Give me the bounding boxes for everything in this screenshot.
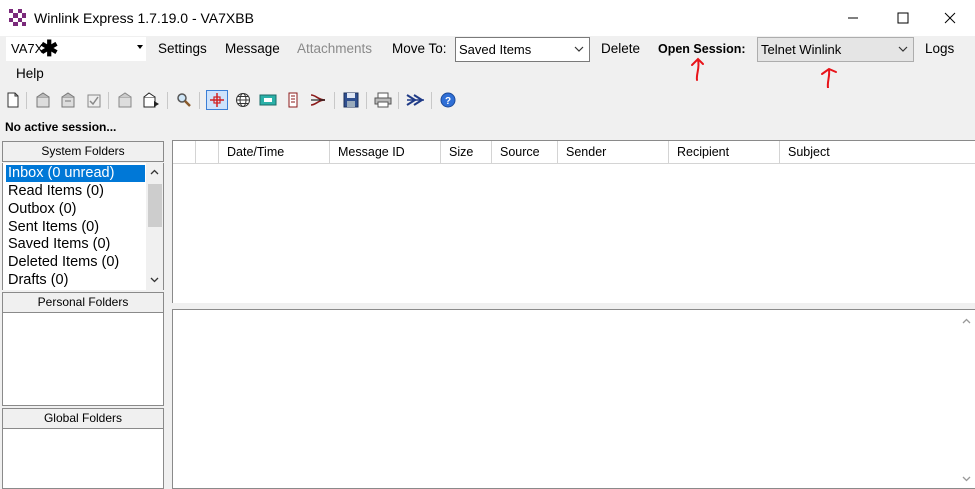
save-icon[interactable] [342, 91, 360, 109]
message-preview-pane[interactable] [172, 309, 975, 489]
move-to-select[interactable]: Saved Items [455, 37, 590, 62]
scroll-up-icon[interactable] [150, 169, 159, 175]
column-header-flag[interactable] [173, 141, 196, 164]
menu-message[interactable]: Message [225, 41, 280, 56]
templates-icon[interactable] [284, 91, 302, 109]
global-folders-header: Global Folders [2, 408, 164, 429]
message-list-header: Date/Time Message ID Size Source Sender … [173, 141, 975, 164]
callsign-combobox[interactable]: VA7X ✱ [6, 37, 146, 61]
toolbar-separator [334, 92, 335, 109]
folders-scrollbar[interactable] [146, 163, 163, 290]
search-icon[interactable] [175, 91, 193, 109]
folder-read-items[interactable]: Read Items (0) [6, 183, 104, 200]
toolbar: ? [0, 88, 975, 114]
print-preview-icon[interactable] [116, 91, 134, 109]
scroll-down-icon[interactable] [962, 476, 971, 482]
close-button[interactable] [925, 0, 975, 36]
save-attachment-icon[interactable] [142, 91, 160, 109]
message-list[interactable]: Date/Time Message ID Size Source Sender … [172, 140, 975, 303]
scroll-up-icon[interactable] [962, 318, 971, 324]
new-message-icon[interactable] [4, 91, 22, 109]
folder-saved-items[interactable]: Saved Items (0) [6, 236, 110, 253]
move-to-label: Move To: [392, 41, 447, 56]
toolbar-separator [26, 92, 27, 109]
scroll-down-icon[interactable] [150, 277, 159, 283]
personal-folders-list[interactable] [2, 313, 164, 406]
system-folders-list: Inbox (0 unread) Read Items (0) Outbox (… [2, 163, 164, 290]
toolbar-separator [431, 92, 432, 109]
folder-inbox[interactable]: Inbox (0 unread) [6, 165, 145, 182]
svg-text:?: ? [445, 96, 451, 107]
minimize-icon [848, 17, 858, 19]
winlink-express-window: Winlink Express 1.7.19.0 - VA7XBB VA7X ✱… [0, 0, 975, 489]
title-bar: Winlink Express 1.7.19.0 - VA7XBB [0, 0, 975, 36]
maximize-icon [897, 12, 909, 24]
dropdown-arrow-icon[interactable] [137, 45, 143, 49]
menu-attachments[interactable]: Attachments [297, 41, 372, 56]
system-folders-header: System Folders [2, 141, 164, 162]
reply-all-icon[interactable] [59, 91, 77, 109]
chevron-down-icon [574, 46, 584, 52]
global-folders-list[interactable] [2, 429, 164, 489]
window-title: Winlink Express 1.7.19.0 - VA7XBB [34, 10, 254, 26]
folder-sent-items[interactable]: Sent Items (0) [6, 219, 99, 236]
annotation-arrow-icon [821, 67, 837, 89]
position-report-icon[interactable] [206, 90, 228, 110]
toolbar-separator [366, 92, 367, 109]
redaction-asterisk-icon: ✱ [40, 36, 59, 61]
column-header-attachment[interactable] [196, 141, 219, 164]
folder-outbox[interactable]: Outbox (0) [6, 201, 77, 218]
column-header-sender[interactable]: Sender [558, 141, 669, 164]
maximize-button[interactable] [878, 0, 928, 36]
callsign-value: VA7X [11, 41, 44, 56]
column-header-datetime[interactable]: Date/Time [219, 141, 330, 164]
column-header-subject[interactable]: Subject [780, 141, 975, 164]
scrollbar-thumb[interactable] [148, 184, 162, 227]
session-status: No active session... [5, 120, 117, 134]
session-type-select[interactable]: Telnet Winlink [757, 37, 914, 62]
menu-help[interactable]: Help [16, 66, 44, 81]
toolbar-separator [167, 92, 168, 109]
reply-icon[interactable] [34, 91, 52, 109]
toolbar-separator [199, 92, 200, 109]
menu-logs[interactable]: Logs [925, 41, 954, 56]
toolbar-separator [398, 92, 399, 109]
move-to-value: Saved Items [459, 42, 532, 57]
preview-scrollbar[interactable] [958, 310, 975, 488]
column-header-source[interactable]: Source [492, 141, 558, 164]
routing-icon[interactable] [309, 91, 327, 109]
folder-drafts[interactable]: Drafts (0) [6, 272, 68, 289]
chevron-down-icon [898, 46, 908, 52]
print-icon[interactable] [374, 91, 392, 109]
forward-arrows-icon[interactable] [406, 91, 424, 109]
folder-deleted-items[interactable]: Deleted Items (0) [6, 254, 119, 271]
annotation-arrow-icon [691, 57, 704, 81]
app-logo-icon [9, 9, 26, 26]
help-icon[interactable]: ? [439, 91, 457, 109]
close-icon [944, 12, 956, 24]
menu-settings[interactable]: Settings [158, 41, 207, 56]
mark-read-icon[interactable] [85, 91, 103, 109]
toolbar-separator [108, 92, 109, 109]
column-header-recipient[interactable]: Recipient [669, 141, 780, 164]
personal-folders-header: Personal Folders [2, 292, 164, 313]
globe-icon[interactable] [234, 91, 252, 109]
session-type-value: Telnet Winlink [761, 42, 842, 57]
column-header-message-id[interactable]: Message ID [330, 141, 441, 164]
menu-delete[interactable]: Delete [601, 41, 640, 56]
column-header-size[interactable]: Size [441, 141, 492, 164]
open-session-button[interactable]: Open Session: [658, 42, 746, 56]
minimize-button[interactable] [828, 0, 878, 36]
contacts-icon[interactable] [259, 91, 277, 109]
